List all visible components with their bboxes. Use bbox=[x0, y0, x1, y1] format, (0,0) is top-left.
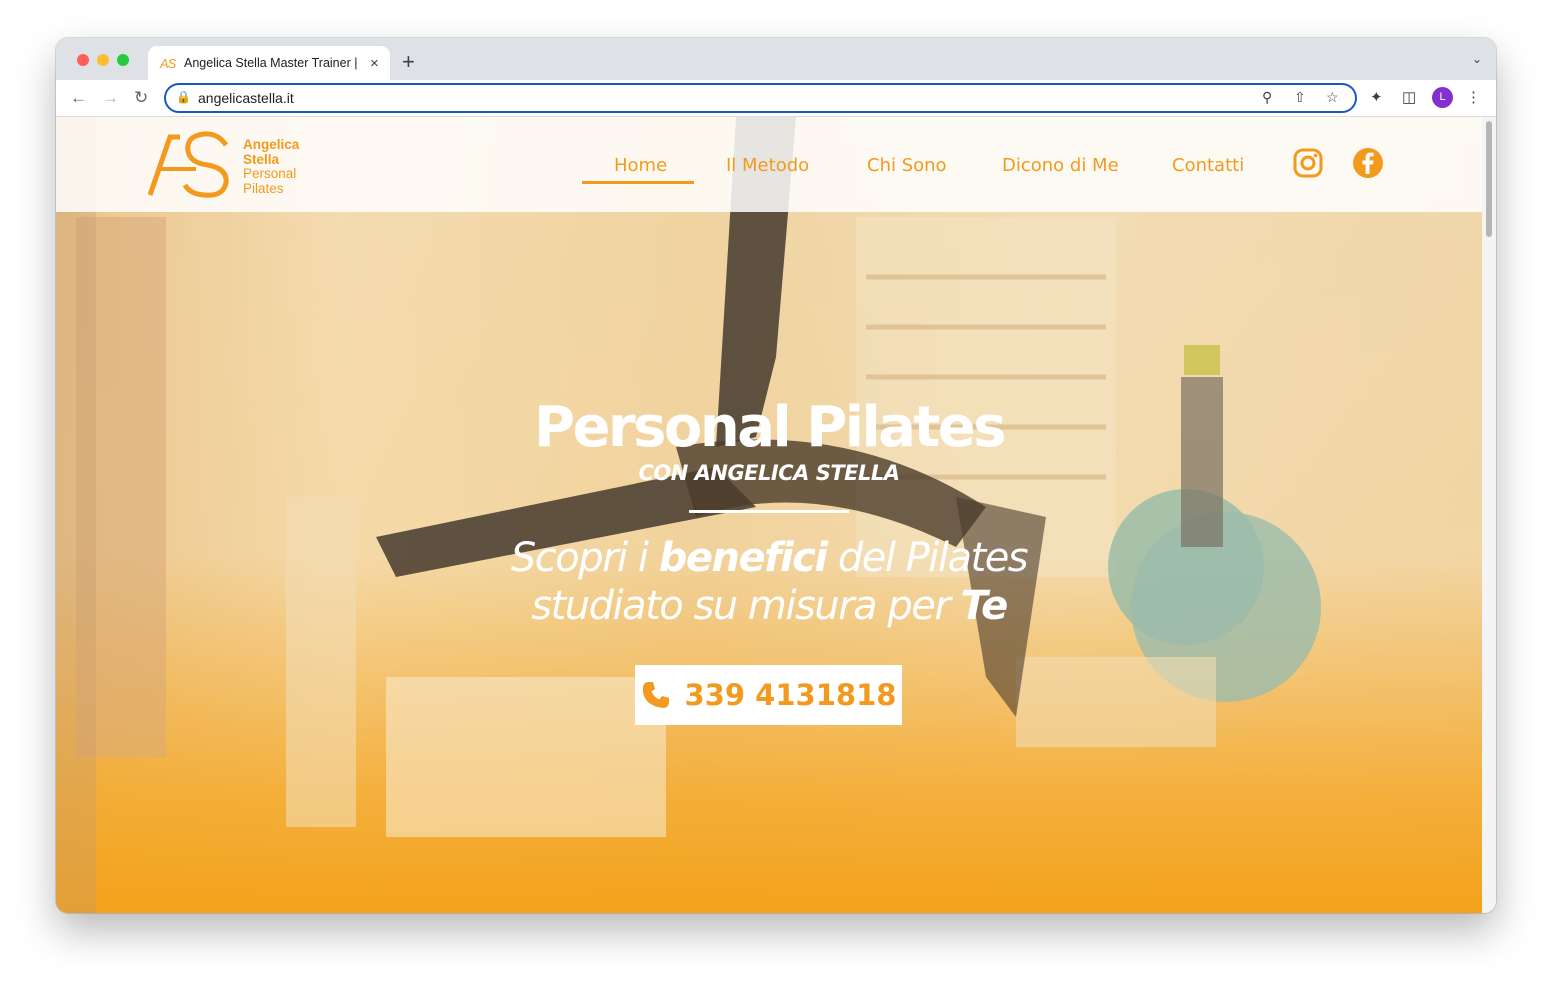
nav-active-underline bbox=[582, 181, 694, 184]
logo-wordmark[interactable]: Angelica Stella Personal Pilates bbox=[243, 137, 300, 196]
zoom-search-icon[interactable]: ⚲ bbox=[1262, 89, 1272, 106]
extensions-puzzle-icon[interactable]: ✦ bbox=[1370, 88, 1383, 106]
hero-background-photo bbox=[56, 117, 1321, 913]
share-icon[interactable]: ⇧ bbox=[1294, 89, 1306, 106]
lock-icon[interactable]: 🔒 bbox=[176, 90, 191, 104]
logo-line-3: Personal bbox=[243, 166, 297, 181]
maximize-window-button[interactable] bbox=[117, 54, 129, 66]
address-bar[interactable]: 🔒 angelicastella.it ⚲ ⇧ ☆ bbox=[164, 83, 1357, 113]
scrollbar-thumb[interactable] bbox=[1486, 121, 1492, 237]
new-tab-button[interactable]: + bbox=[402, 49, 415, 75]
tab-search-chevron-icon[interactable]: ⌄ bbox=[1472, 52, 1482, 66]
phone-icon bbox=[642, 682, 669, 708]
forward-arrow-icon[interactable]: → bbox=[102, 88, 119, 108]
tab-strip: AS Angelica Stella Master Trainer | × + … bbox=[56, 38, 1496, 80]
tagline-text-1: Scopri i bbox=[510, 535, 659, 581]
hero-divider bbox=[689, 510, 849, 513]
tagline-emphasis-1: benefici bbox=[658, 535, 828, 581]
site-header: Angelica Stella Personal Pilates Home Il… bbox=[56, 117, 1482, 212]
browser-window: AS Angelica Stella Master Trainer | × + … bbox=[56, 38, 1496, 913]
minimize-window-button[interactable] bbox=[97, 54, 109, 66]
call-phone-button[interactable]: 339 4131818 bbox=[635, 665, 902, 725]
tab-title: Angelica Stella Master Trainer | bbox=[184, 56, 358, 70]
nav-item-contatti[interactable]: Contatti bbox=[1172, 155, 1244, 176]
hero-tagline: Scopri i benefici del Pilates studiato s… bbox=[56, 534, 1482, 630]
close-window-button[interactable] bbox=[77, 54, 89, 66]
tagline-line-1: Scopri i benefici del Pilates bbox=[56, 534, 1482, 582]
logo-line-4: Pilates bbox=[243, 180, 284, 196]
tagline-text-2: del Pilates bbox=[826, 535, 1029, 581]
nav-item-home[interactable]: Home bbox=[614, 155, 667, 176]
web-page: Angelica Stella Personal Pilates Home Il… bbox=[56, 117, 1482, 913]
close-tab-icon[interactable]: × bbox=[370, 55, 379, 72]
profile-avatar[interactable]: L bbox=[1432, 87, 1453, 108]
tagline-text-3: studiato su misura per bbox=[531, 583, 961, 629]
browser-tab[interactable]: AS Angelica Stella Master Trainer | × bbox=[148, 46, 390, 80]
tagline-line-2: studiato su misura per Te bbox=[56, 582, 1482, 630]
as-logo-icon[interactable] bbox=[148, 129, 232, 199]
bookmark-star-icon[interactable]: ☆ bbox=[1326, 89, 1339, 106]
favicon-icon: AS bbox=[160, 55, 176, 71]
tagline-emphasis-2: Te bbox=[960, 583, 1009, 629]
reload-icon[interactable]: ↻ bbox=[134, 88, 148, 108]
side-panel-icon[interactable]: ◫ bbox=[1402, 88, 1416, 106]
facebook-icon[interactable] bbox=[1352, 147, 1384, 179]
logo-line-2: Stella bbox=[243, 151, 280, 167]
instagram-icon[interactable] bbox=[1292, 147, 1324, 179]
url-text[interactable]: angelicastella.it bbox=[198, 90, 294, 106]
page-scrollbar[interactable] bbox=[1482, 117, 1496, 913]
hero-title: Personal Pilates bbox=[533, 395, 1007, 460]
logo-line-1: Angelica bbox=[243, 137, 300, 152]
nav-item-il-metodo[interactable]: Il Metodo bbox=[726, 155, 809, 176]
nav-item-chi-sono[interactable]: Chi Sono bbox=[867, 155, 947, 176]
hero-subtitle: CON ANGELICA STELLA bbox=[638, 461, 900, 485]
phone-number: 339 4131818 bbox=[684, 678, 897, 712]
more-menu-icon[interactable]: ⋮ bbox=[1466, 88, 1481, 106]
back-arrow-icon[interactable]: ← bbox=[70, 88, 87, 108]
browser-toolbar: ← → ↻ 🔒 angelicastella.it ⚲ ⇧ ☆ ✦ ◫ L ⋮ bbox=[56, 80, 1496, 117]
nav-item-dicono-di-me[interactable]: Dicono di Me bbox=[1002, 155, 1119, 176]
